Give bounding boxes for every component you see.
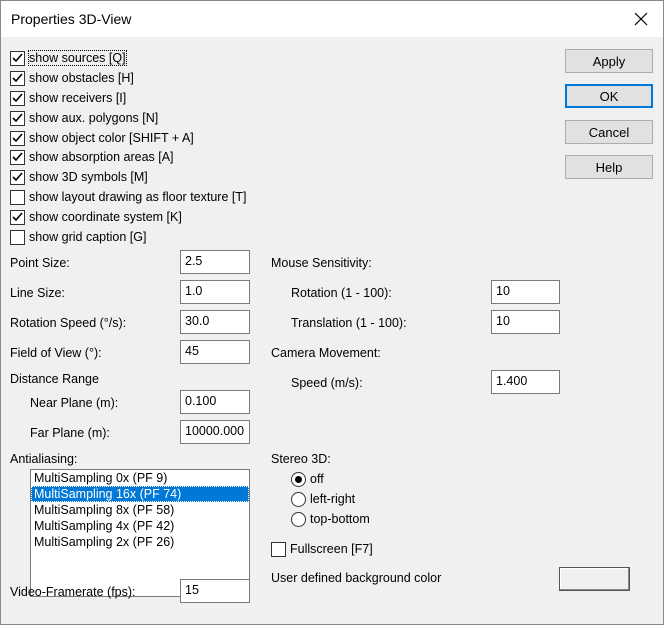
radio-label: left-right bbox=[310, 492, 356, 506]
video-framerate-label: Video-Framerate (fps): bbox=[10, 585, 136, 599]
checkbox-label: show aux. polygons [N] bbox=[29, 111, 159, 125]
mouse-sensitivity-label: Mouse Sensitivity: bbox=[271, 256, 372, 270]
title-bar: Properties 3D-View bbox=[1, 1, 663, 37]
rotation-sensitivity-input[interactable]: 10 bbox=[491, 280, 560, 304]
checkbox-label: show receivers [I] bbox=[29, 91, 127, 105]
antialiasing-option[interactable]: MultiSampling 16x (PF 74) bbox=[31, 486, 249, 502]
background-color-button[interactable] bbox=[559, 567, 630, 591]
checkbox-label: show coordinate system [K] bbox=[29, 210, 182, 224]
checkmark-icon bbox=[12, 172, 23, 182]
far-plane-label: Far Plane (m): bbox=[30, 426, 110, 440]
checkbox-checked[interactable] bbox=[10, 169, 25, 185]
ok-button[interactable]: OK bbox=[565, 84, 653, 108]
checkbox-checked[interactable] bbox=[10, 149, 25, 165]
checkbox-label: show obstacles [H] bbox=[29, 71, 134, 85]
checkmark-icon bbox=[12, 133, 23, 143]
radio-button[interactable] bbox=[291, 491, 306, 507]
camera-speed-label: Speed (m/s): bbox=[291, 376, 363, 390]
line-size-label: Line Size: bbox=[10, 286, 65, 300]
field-of-view-label: Field of View (°): bbox=[10, 346, 102, 360]
apply-button[interactable]: Apply bbox=[565, 49, 653, 73]
checkmark-icon bbox=[12, 113, 23, 123]
background-color-label: User defined background color bbox=[271, 571, 442, 585]
fullscreen-checkbox-box[interactable] bbox=[271, 541, 286, 557]
rotation-speed-input[interactable]: 30.0 bbox=[180, 310, 250, 334]
checkbox-unchecked[interactable] bbox=[10, 229, 25, 245]
line-size-input[interactable]: 1.0 bbox=[180, 280, 250, 304]
checkbox-row[interactable]: show absorption areas [A] bbox=[10, 148, 174, 166]
checkbox-label: show object color [SHIFT + A] bbox=[29, 131, 194, 145]
cancel-button[interactable]: Cancel bbox=[565, 120, 653, 144]
distance-range-label: Distance Range bbox=[10, 372, 99, 386]
antialiasing-label: Antialiasing: bbox=[10, 452, 78, 466]
checkbox-checked[interactable] bbox=[10, 110, 25, 126]
properties-3d-view-dialog: Properties 3D-View show sources [Q] show … bbox=[0, 0, 664, 625]
checkbox-row[interactable]: show layout drawing as floor texture [T] bbox=[10, 188, 246, 206]
radio-label: top-bottom bbox=[310, 512, 370, 526]
checkbox-label: show layout drawing as floor texture [T] bbox=[29, 190, 247, 204]
camera-movement-label: Camera Movement: bbox=[271, 346, 381, 360]
checkmark-icon bbox=[12, 93, 23, 103]
stereo-radio-left-right[interactable]: left-right bbox=[291, 490, 355, 508]
antialiasing-option[interactable]: MultiSampling 4x (PF 42) bbox=[31, 518, 249, 534]
point-size-input[interactable]: 2.5 bbox=[180, 250, 250, 274]
translation-sensitivity-input[interactable]: 10 bbox=[491, 310, 560, 334]
checkbox-checked[interactable] bbox=[10, 209, 25, 225]
checkbox-unchecked[interactable] bbox=[10, 189, 25, 205]
checkbox-checked[interactable] bbox=[10, 90, 25, 106]
help-button[interactable]: Help bbox=[565, 155, 653, 179]
checkbox-label: show 3D symbols [M] bbox=[29, 170, 148, 184]
stereo-3d-label: Stereo 3D: bbox=[271, 452, 331, 466]
video-framerate-input[interactable]: 15 bbox=[180, 579, 250, 603]
antialiasing-option[interactable]: MultiSampling 2x (PF 26) bbox=[31, 534, 249, 550]
radio-button[interactable] bbox=[291, 511, 306, 527]
far-plane-input[interactable]: 10000.000 bbox=[180, 420, 250, 444]
field-of-view-input[interactable]: 45 bbox=[180, 340, 250, 364]
checkbox-row[interactable]: show coordinate system [K] bbox=[10, 208, 182, 226]
close-icon bbox=[634, 12, 648, 26]
near-plane-label: Near Plane (m): bbox=[30, 396, 119, 410]
antialiasing-listbox[interactable]: MultiSampling 0x (PF 9) MultiSampling 16x… bbox=[30, 469, 250, 597]
checkmark-icon bbox=[12, 73, 23, 83]
window-title: Properties 3D-View bbox=[11, 11, 132, 27]
antialiasing-option[interactable]: MultiSampling 8x (PF 58) bbox=[31, 502, 249, 518]
antialiasing-option[interactable]: MultiSampling 0x (PF 9) bbox=[31, 470, 249, 486]
checkbox-row[interactable]: show obstacles [H] bbox=[10, 69, 134, 87]
stereo-radio-top-bottom[interactable]: top-bottom bbox=[291, 510, 370, 528]
radio-selected-dot bbox=[295, 475, 302, 483]
checkbox-row[interactable]: show receivers [I] bbox=[10, 89, 126, 107]
checkbox-row[interactable]: show object color [SHIFT + A] bbox=[10, 129, 194, 147]
fullscreen-checkbox[interactable]: Fullscreen [F7] bbox=[271, 540, 373, 558]
near-plane-input[interactable]: 0.100 bbox=[180, 390, 250, 414]
camera-speed-input[interactable]: 1.400 bbox=[491, 370, 560, 394]
rotation-speed-label: Rotation Speed (°/s): bbox=[10, 316, 127, 330]
checkbox-label: show grid caption [G] bbox=[29, 230, 147, 244]
stereo-radio-off[interactable]: off bbox=[291, 470, 324, 488]
checkbox-checked[interactable] bbox=[10, 70, 25, 86]
fullscreen-label: Fullscreen [F7] bbox=[290, 542, 373, 556]
radio-button[interactable] bbox=[291, 471, 306, 487]
close-button[interactable] bbox=[619, 1, 663, 37]
checkbox-row[interactable]: show aux. polygons [N] bbox=[10, 109, 158, 127]
checkbox-label: show absorption areas [A] bbox=[29, 150, 174, 164]
checkbox-label: show sources [Q] bbox=[28, 50, 127, 66]
translation-sensitivity-label: Translation (1 - 100): bbox=[291, 316, 407, 330]
checkmark-icon bbox=[12, 212, 23, 222]
checkmark-icon bbox=[12, 53, 23, 63]
checkbox-row[interactable]: show grid caption [G] bbox=[10, 228, 146, 246]
checkbox-checked[interactable] bbox=[10, 130, 25, 146]
rotation-sensitivity-label: Rotation (1 - 100): bbox=[291, 286, 392, 300]
point-size-label: Point Size: bbox=[10, 256, 70, 270]
checkbox-checked[interactable] bbox=[10, 50, 25, 66]
checkbox-row[interactable]: show 3D symbols [M] bbox=[10, 168, 148, 186]
checkmark-icon bbox=[12, 152, 23, 162]
radio-label: off bbox=[310, 472, 324, 486]
checkbox-row[interactable]: show sources [Q] bbox=[10, 49, 127, 67]
